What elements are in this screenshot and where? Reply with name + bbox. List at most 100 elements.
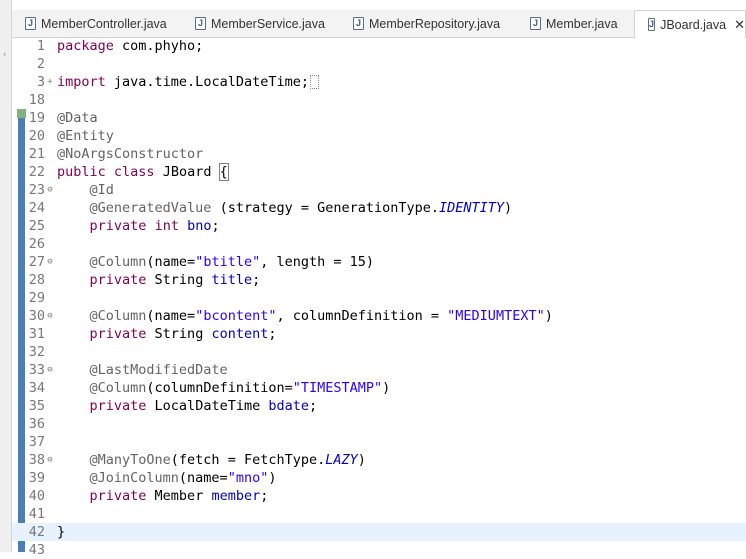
line-number: 1 — [36, 38, 45, 54]
code-line[interactable]: 33 ⊖ @LastModifiedDate — [12, 361, 746, 379]
code-line[interactable]: 32 — [12, 343, 746, 361]
code-token: @Entity — [57, 128, 114, 144]
code-line[interactable]: 22 public class JBoard { — [12, 163, 746, 181]
tab-label: MemberRepository.java — [369, 16, 501, 31]
code-line[interactable]: 40 private Member member; — [12, 487, 746, 505]
code-line[interactable]: 24 @GeneratedValue (strategy = Generatio… — [12, 199, 746, 217]
code-text: @Entity — [57, 127, 114, 145]
line-number: 22 — [28, 164, 45, 180]
code-token: @NoArgsConstructor — [57, 146, 204, 162]
tab-memberservice-java[interactable]: J MemberService.java — [182, 10, 330, 37]
code-editor[interactable]: 1 package com.phyho; 2 3 + import java.time.L… — [12, 37, 746, 558]
code-text: @NoArgsConstructor — [57, 145, 203, 163]
code-token: int — [154, 218, 179, 234]
code-text: package com.phyho; — [57, 37, 203, 55]
code-token: { — [218, 163, 229, 181]
code-token: IDENTITY — [439, 200, 505, 216]
code-line[interactable]: 26 — [12, 235, 746, 253]
line-number: 33 — [28, 362, 45, 378]
code-line[interactable]: 19 @Data — [12, 109, 746, 127]
code-line[interactable]: 39 @JoinColumn(name="mno") — [12, 469, 746, 487]
code-token: @Data — [57, 110, 98, 126]
code-line[interactable]: 2 — [12, 55, 746, 73]
code-token: private — [89, 218, 147, 234]
code-token: @JoinColumn — [89, 470, 179, 486]
code-token: "mno" — [227, 470, 269, 486]
close-tab-icon[interactable]: ✕ — [734, 17, 745, 33]
code-token: @GeneratedValue — [89, 200, 212, 216]
code-line[interactable]: 25 private int bno; — [12, 217, 746, 235]
code-token: (strategy = GenerationType. — [211, 200, 440, 216]
code-token: @Id — [89, 182, 114, 198]
code-line[interactable]: 36 — [12, 415, 746, 433]
code-token: (columnDefinition= — [146, 380, 293, 396]
code-line[interactable]: 37 — [12, 433, 746, 451]
code-token: ; — [308, 398, 318, 414]
code-line[interactable]: 29 — [12, 289, 746, 307]
code-token: private — [89, 326, 147, 342]
code-token: String — [146, 272, 212, 288]
code-token: bno — [187, 218, 212, 234]
code-token: "TIMESTAMP" — [292, 380, 383, 396]
code-text: private Member member; — [57, 487, 269, 505]
collapse-fold-icon[interactable]: ⊖ — [45, 307, 55, 325]
code-token: LocalDateTime — [146, 398, 269, 414]
line-number: 43 — [28, 542, 45, 558]
code-token: ; — [268, 326, 277, 342]
code-token: private — [89, 398, 147, 414]
code-line[interactable]: 20 @Entity — [12, 127, 746, 145]
line-number: 29 — [28, 290, 45, 306]
code-line[interactable]: 18 — [12, 91, 746, 109]
code-line[interactable]: 23 ⊖ @Id — [12, 181, 746, 199]
tab-memberrepository-java[interactable]: J MemberRepository.java — [340, 10, 508, 37]
code-line[interactable]: 41 — [12, 505, 746, 523]
code-token: "bcontent" — [195, 308, 277, 324]
code-line[interactable]: 1 package com.phyho; — [12, 37, 746, 55]
code-token: (name= — [146, 308, 196, 324]
code-text: } — [57, 523, 65, 541]
code-line[interactable]: 3 + import java.time.LocalDateTime; — [12, 73, 746, 91]
line-number: 39 — [28, 470, 45, 486]
code-token: ; — [260, 488, 269, 504]
code-token: @Column — [89, 308, 147, 324]
code-token: import — [57, 74, 106, 90]
code-line[interactable]: 28 private String title; — [12, 271, 746, 289]
line-number: 25 — [28, 218, 45, 234]
code-line[interactable]: 21 @NoArgsConstructor — [12, 145, 746, 163]
code-line[interactable]: 31 private String content; — [12, 325, 746, 343]
line-number: 26 — [28, 236, 45, 252]
code-line[interactable]: 30 ⊖ @Column(name="bcontent", columnDefin… — [12, 307, 746, 325]
code-token: @LastModifiedDate — [89, 362, 228, 378]
code-line[interactable]: 35 private LocalDateTime bdate; — [12, 397, 746, 415]
tab-jboard-java[interactable]: J JBoard.java ✕ — [634, 10, 746, 38]
code-token: content — [211, 326, 269, 342]
collapse-fold-icon[interactable]: ⊖ — [45, 253, 55, 271]
collapse-fold-icon[interactable]: ⊖ — [45, 181, 55, 199]
line-number: 18 — [28, 92, 45, 108]
tab-label: Member.java — [546, 16, 618, 31]
collapsed-region-icon[interactable] — [309, 75, 319, 89]
tab-membercontroller-java[interactable]: J MemberController.java — [12, 10, 172, 37]
code-token: JBoard — [154, 164, 220, 180]
code-text: private String title; — [57, 271, 261, 289]
code-line[interactable]: 27 ⊖ @Column(name="btitle", length = 15) — [12, 253, 746, 271]
code-token: ) — [544, 308, 553, 324]
line-number: 3 — [36, 74, 45, 90]
code-line[interactable]: 42} — [12, 523, 746, 541]
resize-handle-icon[interactable]: ‹ — [2, 50, 8, 60]
collapse-fold-icon[interactable]: ⊖ — [45, 451, 55, 469]
code-line[interactable]: 34 @Column(columnDefinition="TIMESTAMP") — [12, 379, 746, 397]
code-token: LAZY — [325, 452, 358, 468]
code-line[interactable]: 38 ⊖ @ManyToOne(fetch = FetchType.LAZY) — [12, 451, 746, 469]
line-number: 24 — [28, 200, 45, 216]
collapse-fold-icon[interactable]: ⊖ — [45, 361, 55, 379]
code-line[interactable]: 43 — [12, 541, 746, 559]
tab-member-java[interactable]: J Member.java — [517, 10, 625, 37]
expand-fold-icon[interactable]: + — [45, 73, 55, 91]
